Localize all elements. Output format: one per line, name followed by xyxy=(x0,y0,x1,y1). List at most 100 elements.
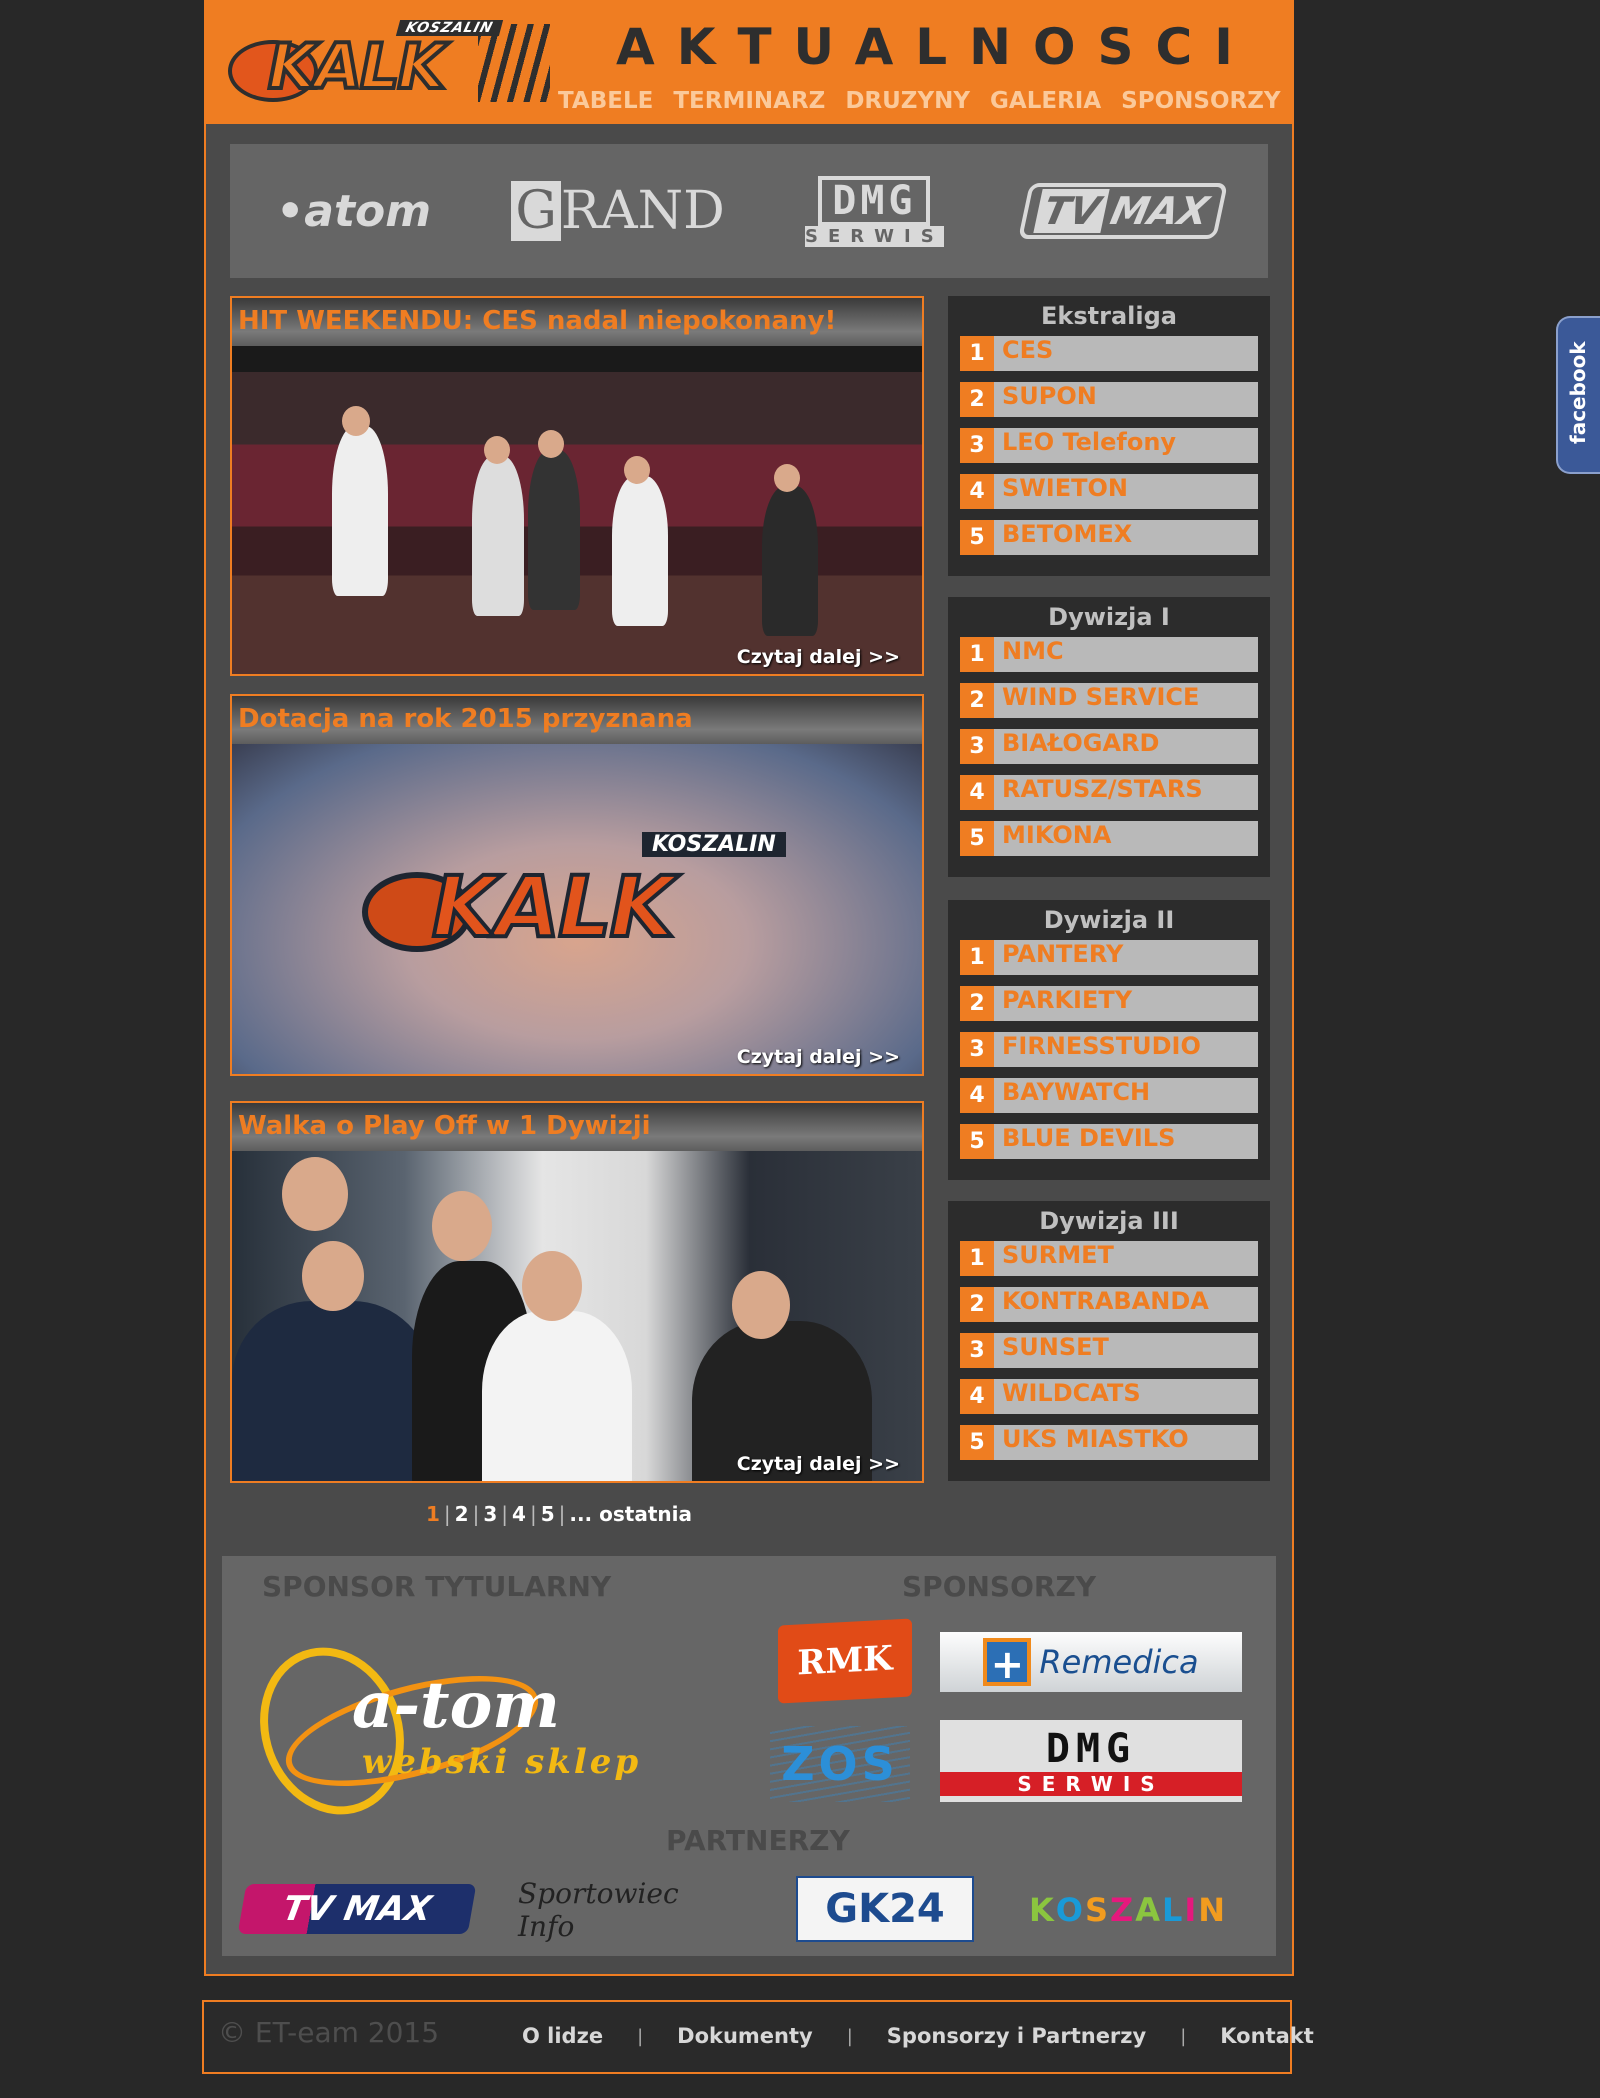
standings-team[interactable]: NMC xyxy=(1002,637,1064,665)
sponsor-logo-remedica[interactable]: + Remedica xyxy=(940,1632,1242,1692)
facebook-label: facebook xyxy=(1566,341,1590,444)
read-more-link[interactable]: Czytaj dalej >> xyxy=(737,1453,900,1475)
standings-dywizja-1: Dywizja I 1 NMC 2 WIND SERVICE 3 BIAŁOGARD … xyxy=(948,597,1270,877)
news-title[interactable]: Walka o Play Off w 1 Dywizji xyxy=(238,1111,651,1141)
news-image[interactable] xyxy=(232,1151,922,1481)
main-nav: TABELE TERMINARZ DRUZYNY GALERIA SPONSOR… xyxy=(558,88,1281,114)
standings-row[interactable]: 5 MIKONA xyxy=(960,821,1258,856)
standings-team[interactable]: KONTRABANDA xyxy=(1002,1287,1209,1315)
standings-row[interactable]: 1 PANTERY xyxy=(960,940,1258,975)
sponsor-logo-dmg[interactable]: DMG SERWIS xyxy=(805,175,944,247)
standings-team[interactable]: UKS MIASTKO xyxy=(1002,1425,1189,1453)
standings-row[interactable]: 1 NMC xyxy=(960,637,1258,672)
standings-row[interactable]: 1 CES xyxy=(960,336,1258,371)
standings-team[interactable]: MIKONA xyxy=(1002,821,1111,849)
page-link[interactable]: 3 xyxy=(483,1502,497,1526)
page-link[interactable]: 2 xyxy=(455,1502,469,1526)
news-item[interactable]: HIT WEEKENDU: CES nadal niepokonany! Czy… xyxy=(230,296,924,676)
standings-team[interactable]: WILDCATS xyxy=(1002,1379,1141,1407)
standings-row[interactable]: 3 LEO Telefony xyxy=(960,428,1258,463)
page-link[interactable]: 4 xyxy=(512,1502,526,1526)
kalk-logo-text: KALK xyxy=(430,856,677,958)
footer-separator: | xyxy=(1180,2025,1187,2047)
standings-team[interactable]: FIRNESSTUDIO xyxy=(1002,1032,1201,1060)
footer-link-o-lidze[interactable]: O lidze xyxy=(522,2024,603,2048)
sponsor-logo-a-tom[interactable]: a-tom webski sklep xyxy=(237,1626,652,1835)
site-logo[interactable]: KALK KOSZALIN xyxy=(228,18,558,105)
standings-position: 2 xyxy=(960,382,994,417)
atom-logo-text: a-tom xyxy=(352,1668,560,1743)
partner-logo-tvmax[interactable]: TV MAX xyxy=(237,1884,477,1934)
standings-team[interactable]: LEO Telefony xyxy=(1002,428,1176,456)
standings-team[interactable]: BIAŁOGARD xyxy=(1002,729,1159,757)
player-head xyxy=(774,464,800,492)
nav-galeria[interactable]: GALERIA xyxy=(990,88,1101,114)
footer-link-dokumenty[interactable]: Dokumenty xyxy=(677,2024,813,2048)
standings-position: 4 xyxy=(960,474,994,509)
standings-row[interactable]: 2 KONTRABANDA xyxy=(960,1287,1258,1322)
standings-team[interactable]: RATUSZ/STARS xyxy=(1002,775,1203,803)
footer-link-kontakt[interactable]: Kontakt xyxy=(1220,2024,1314,2048)
news-item[interactable]: Walka o Play Off w 1 Dywizji Czytaj dale… xyxy=(230,1101,924,1483)
standings-position: 5 xyxy=(960,821,994,856)
standings-team[interactable]: SURMET xyxy=(1002,1241,1114,1269)
sponsor-logo-zos[interactable]: ZOS xyxy=(770,1726,910,1802)
sponsor-logo-dmg-serwis[interactable]: DMG SERWIS xyxy=(940,1720,1242,1802)
sponsor-logo-tvmax[interactable]: TVMAX xyxy=(1018,183,1228,239)
standings-row[interactable]: 1 SURMET xyxy=(960,1241,1258,1276)
koszalin-letter: S xyxy=(1084,1891,1110,1929)
read-more-link[interactable]: Czytaj dalej >> xyxy=(737,646,900,668)
standings-row[interactable]: 4 WILDCATS xyxy=(960,1379,1258,1414)
standings-team[interactable]: CES xyxy=(1002,336,1053,364)
sponsor-logo-rmk[interactable]: RMK xyxy=(778,1618,912,1704)
partner-logo-sportowiec[interactable]: Sportowiec Info xyxy=(518,1877,728,1943)
standings-team[interactable]: WIND SERVICE xyxy=(1002,683,1199,711)
standings-team[interactable]: BLUE DEVILS xyxy=(1002,1124,1175,1152)
nav-druzyny[interactable]: DRUZYNY xyxy=(845,88,970,114)
standings-row[interactable]: 4 BAYWATCH xyxy=(960,1078,1258,1113)
standings-position: 4 xyxy=(960,1078,994,1113)
standings-row[interactable]: 4 SWIETON xyxy=(960,474,1258,509)
standings-position: 1 xyxy=(960,637,994,672)
news-item[interactable]: Dotacja na rok 2015 przyznana KALK KOSZA… xyxy=(230,694,924,1076)
standings-team[interactable]: BETOMEX xyxy=(1002,520,1132,548)
nav-tabele[interactable]: TABELE xyxy=(558,88,653,114)
page-current[interactable]: 1 xyxy=(426,1502,440,1526)
news-image[interactable]: KALK KOSZALIN xyxy=(232,744,922,1074)
standings-team[interactable]: PARKIETY xyxy=(1002,986,1132,1014)
standings-row[interactable]: 2 SUPON xyxy=(960,382,1258,417)
dmg-subtext: SERWIS xyxy=(940,1772,1242,1796)
standings-team[interactable]: SUPON xyxy=(1002,382,1097,410)
standings-title: Dywizja III xyxy=(1039,1207,1179,1235)
page-link[interactable]: 5 xyxy=(541,1502,555,1526)
footer-link-sponsorzy[interactable]: Sponsorzy i Partnerzy xyxy=(887,2024,1146,2048)
news-image[interactable] xyxy=(232,346,922,674)
standings-row[interactable]: 3 BIAŁOGARD xyxy=(960,729,1258,764)
facebook-tab[interactable]: facebook xyxy=(1556,316,1600,474)
standings-row[interactable]: 5 BLUE DEVILS xyxy=(960,1124,1258,1159)
standings-row[interactable]: 3 FIRNESSTUDIO xyxy=(960,1032,1258,1067)
standings-team[interactable]: SWIETON xyxy=(1002,474,1128,502)
standings-row[interactable]: 4 RATUSZ/STARS xyxy=(960,775,1258,810)
news-title[interactable]: HIT WEEKENDU: CES nadal niepokonany! xyxy=(238,306,836,336)
standings-team[interactable]: BAYWATCH xyxy=(1002,1078,1150,1106)
partner-logo-koszalin[interactable]: KOSZALIN xyxy=(1029,1874,1225,1946)
standings-row[interactable]: 2 WIND SERVICE xyxy=(960,683,1258,718)
news-title[interactable]: Dotacja na rok 2015 przyznana xyxy=(238,704,693,734)
nav-sponsorzy[interactable]: SPONSORZY xyxy=(1121,88,1280,114)
page-last-link[interactable]: ... ostatnia xyxy=(569,1502,692,1526)
standings-position: 3 xyxy=(960,729,994,764)
read-more-link[interactable]: Czytaj dalej >> xyxy=(737,1046,900,1068)
standings-row[interactable]: 5 UKS MIASTKO xyxy=(960,1425,1258,1460)
standings-team[interactable]: SUNSET xyxy=(1002,1333,1109,1361)
standings-position: 1 xyxy=(960,1241,994,1276)
nav-terminarz[interactable]: TERMINARZ xyxy=(673,88,825,114)
standings-row[interactable]: 5 BETOMEX xyxy=(960,520,1258,555)
standings-row[interactable]: 3 SUNSET xyxy=(960,1333,1258,1368)
standings-row[interactable]: 2 PARKIETY xyxy=(960,986,1258,1021)
standings-position: 3 xyxy=(960,1333,994,1368)
sponsor-logo-grand[interactable]: GRAND xyxy=(511,181,725,241)
sponsor-logo-atom[interactable]: •atom xyxy=(276,186,431,237)
standings-team[interactable]: PANTERY xyxy=(1002,940,1123,968)
partner-logo-gk24[interactable]: GK24 xyxy=(796,1876,974,1942)
